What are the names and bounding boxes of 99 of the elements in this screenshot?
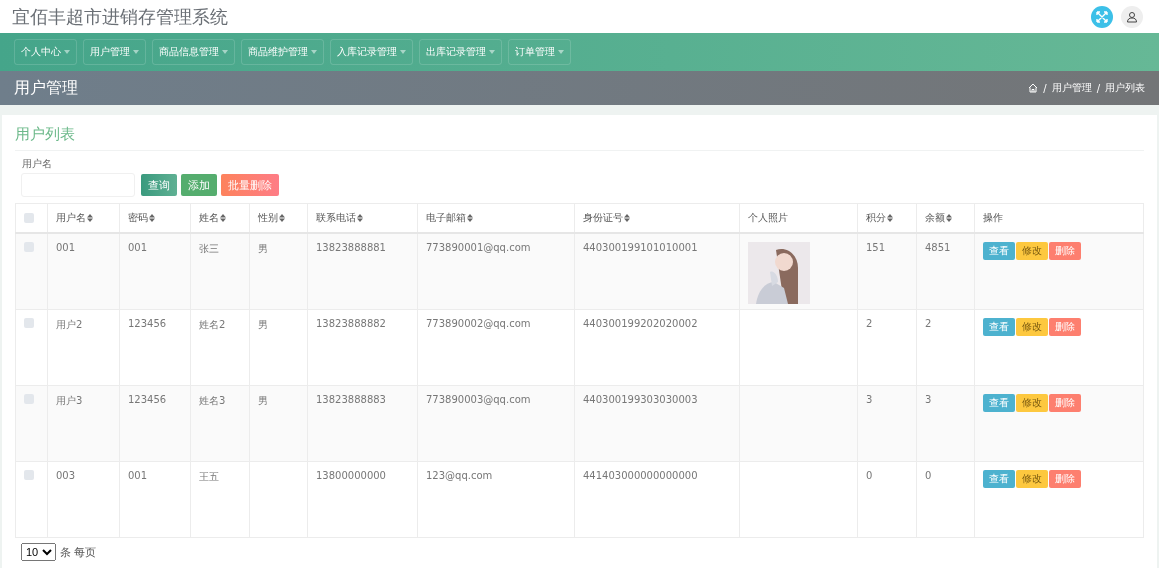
breadcrumb-separator: / [1043, 82, 1047, 94]
home-icon[interactable] [1028, 83, 1039, 93]
table-cell: 151 [866, 242, 886, 253]
sort-icon[interactable] [149, 214, 155, 222]
column-header[interactable]: 积分 [866, 211, 886, 225]
nav-menu-item[interactable]: 商品维护管理 [241, 39, 324, 65]
table-cell: 3 [925, 394, 932, 405]
delete-button[interactable]: 批量删除 [221, 174, 279, 196]
page-size-label: 条 每页 [60, 544, 97, 560]
table-cell: 13800000000 [316, 470, 386, 481]
column-header[interactable]: 用户名 [56, 211, 86, 225]
view-button[interactable]: 查看 [983, 470, 1015, 488]
nav-menu-item[interactable]: 订单管理 [508, 39, 571, 65]
column-header[interactable]: 身份证号 [583, 211, 623, 225]
table-cell: 张三 [199, 243, 219, 254]
nav-menu-item[interactable]: 出库记录管理 [419, 39, 502, 65]
table-cell: 123@qq.com [426, 470, 493, 481]
sort-icon[interactable] [279, 214, 285, 222]
table-cell: 2 [925, 318, 932, 329]
edit-button[interactable]: 修改 [1016, 470, 1048, 488]
sort-icon[interactable] [467, 214, 473, 222]
table-cell: 13823888883 [316, 394, 386, 405]
delete-button[interactable]: 删除 [1049, 470, 1081, 488]
table-cell: 440300199202020002 [583, 318, 698, 329]
caret-icon [400, 50, 406, 54]
sort-icon[interactable] [887, 214, 893, 222]
sort-icon[interactable] [220, 214, 226, 222]
page-title: 用户管理 [14, 77, 78, 99]
row-checkbox[interactable] [24, 318, 34, 328]
column-header: 个人照片 [748, 211, 788, 225]
breadcrumb-link[interactable]: 用户管理 [1051, 81, 1092, 95]
view-button[interactable]: 查看 [983, 318, 1015, 336]
query-button[interactable]: 查询 [141, 174, 177, 196]
delete-button[interactable]: 删除 [1049, 394, 1081, 412]
add-button[interactable]: 添加 [181, 174, 217, 196]
table-cell: 773890002@qq.com [426, 318, 531, 329]
nav-menu-item[interactable]: 用户管理 [83, 39, 146, 65]
table-cell: 姓名2 [199, 319, 226, 330]
column-header[interactable]: 余额 [925, 211, 945, 225]
column-header[interactable]: 性别 [258, 211, 278, 225]
sort-icon[interactable] [357, 214, 363, 222]
edit-button[interactable]: 修改 [1016, 242, 1048, 260]
sort-icon[interactable] [87, 214, 93, 222]
page-size-select[interactable]: 10 [21, 543, 56, 561]
view-button[interactable]: 查看 [983, 242, 1015, 260]
table-cell: 男 [258, 395, 268, 406]
column-header[interactable]: 电子邮箱 [426, 211, 466, 225]
table-cell: 4851 [925, 242, 951, 253]
column-header[interactable]: 姓名 [199, 211, 219, 225]
card-title: 用户列表 [15, 125, 1144, 151]
nav-menu-item[interactable]: 入库记录管理 [330, 39, 413, 65]
caret-icon [489, 50, 495, 54]
table-cell: 440300199303030003 [583, 394, 698, 405]
table-cell: 773890001@qq.com [426, 242, 531, 253]
caret-icon [311, 50, 317, 54]
user-icon[interactable] [1121, 5, 1143, 28]
table-cell: 440300199101010001 [583, 242, 698, 253]
view-button[interactable]: 查看 [983, 394, 1015, 412]
table-cell: 王五 [199, 471, 219, 482]
table-cell: 13823888881 [316, 242, 386, 253]
breadcrumb-link[interactable]: 用户列表 [1105, 81, 1145, 95]
table-cell: 0 [925, 470, 932, 481]
caret-icon [133, 50, 139, 54]
nav-menu-item[interactable]: 商品信息管理 [152, 39, 235, 65]
breadcrumb-separator: / [1096, 82, 1100, 94]
table-cell: 2 [866, 318, 873, 329]
table-cell: 123456 [128, 394, 167, 405]
table-cell: 123456 [128, 318, 167, 329]
table-cell: 0 [866, 470, 873, 481]
sort-icon[interactable] [946, 214, 952, 222]
table-cell: 男 [258, 243, 268, 254]
edit-button[interactable]: 修改 [1016, 318, 1048, 336]
column-header[interactable]: 联系电话 [316, 211, 356, 225]
column-header: 操作 [983, 211, 1003, 225]
select-all-checkbox[interactable] [24, 213, 34, 223]
table-cell: 13823888882 [316, 318, 386, 329]
table-cell: 773890003@qq.com [426, 394, 531, 405]
table-cell: 441403000000000000 [583, 470, 698, 481]
caret-icon [558, 50, 564, 54]
table-cell: 姓名3 [199, 395, 226, 406]
app-title: 宜佰丰超市进销存管理系统 [12, 4, 228, 29]
nav-menu-item[interactable]: 个人中心 [14, 39, 77, 65]
table-cell: 001 [128, 242, 148, 253]
table-cell: 001 [128, 470, 148, 481]
sort-icon[interactable] [624, 214, 630, 222]
table-cell: 3 [866, 394, 873, 405]
column-header[interactable]: 密码 [128, 211, 148, 225]
field-label: 用户名 [22, 157, 53, 171]
table-cell: 用户3 [56, 395, 83, 406]
row-checkbox[interactable] [24, 470, 34, 480]
table-cell: 男 [258, 319, 268, 330]
table-cell: 003 [56, 470, 76, 481]
delete-button[interactable]: 删除 [1049, 242, 1081, 260]
delete-button[interactable]: 删除 [1049, 318, 1081, 336]
table-cell: 001 [56, 242, 76, 253]
caret-icon [64, 50, 70, 54]
table-cell: 用户2 [56, 319, 83, 330]
edit-button[interactable]: 修改 [1016, 394, 1048, 412]
caret-icon [222, 50, 228, 54]
